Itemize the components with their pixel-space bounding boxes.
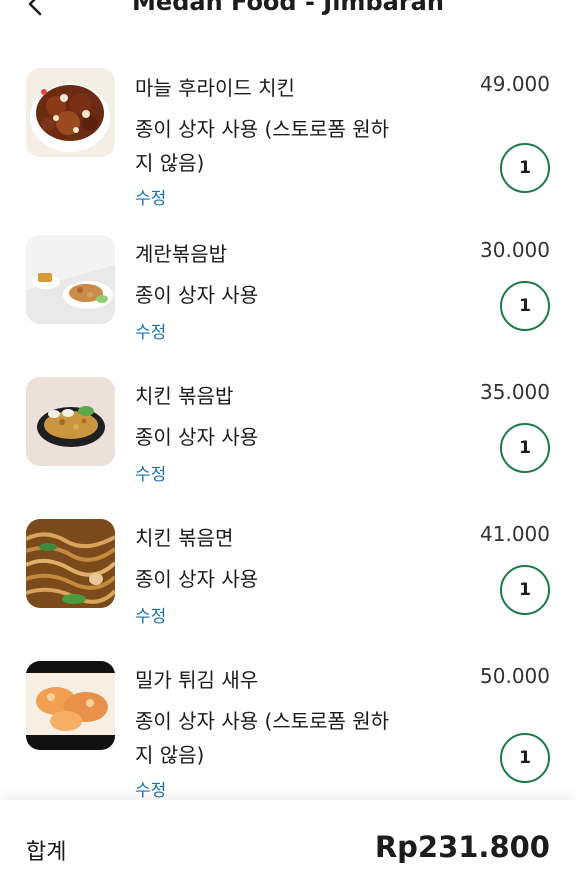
item-option: 종이 상자 사용: [135, 425, 259, 449]
order-total-bar: 합계 Rp231.800: [0, 800, 576, 876]
edit-link[interactable]: 수정: [135, 460, 166, 485]
item-price: 41.000: [480, 522, 550, 546]
item-option: 종이 상자 사용: [135, 283, 259, 307]
item-price: 30.000: [480, 238, 550, 262]
edit-link[interactable]: 수정: [135, 602, 166, 627]
item-price: 49.000: [480, 72, 550, 96]
item-option: 종이 상자 사용 (스토로폼 원하지 않음): [135, 117, 390, 175]
edit-link[interactable]: 수정: [135, 776, 166, 801]
edit-link[interactable]: 수정: [135, 184, 166, 209]
item-name: 마늘 후라이드 치킨: [135, 76, 295, 100]
item-name: 치킨 볶음밥: [135, 384, 234, 408]
quantity-button[interactable]: 1: [500, 423, 550, 473]
item-name: 밀가 튀김 새우: [135, 668, 259, 692]
page-title: Medan Food - Jimbaran: [132, 0, 444, 16]
item-price: 35.000: [480, 380, 550, 404]
item-thumbnail: [26, 377, 115, 466]
item-thumbnail: [26, 661, 115, 750]
edit-link[interactable]: 수정: [135, 318, 166, 343]
item-name: 계란볶음밥: [135, 242, 227, 266]
item-name: 치킨 볶음면: [135, 526, 234, 550]
quantity-button[interactable]: 1: [500, 565, 550, 615]
item-thumbnail: [26, 68, 115, 157]
item-option: 종이 상자 사용 (스토로폼 원하지 않음): [135, 709, 390, 767]
egg-fried-rice-image: [26, 235, 115, 324]
item-price: 50.000: [480, 664, 550, 688]
fried-shrimp-image: [26, 661, 115, 750]
chicken-fried-noodles-image: [26, 519, 115, 608]
item-thumbnail: [26, 519, 115, 608]
chicken-fried-rice-image: [26, 377, 115, 466]
quantity-button[interactable]: 1: [500, 733, 550, 783]
quantity-button[interactable]: 1: [500, 143, 550, 193]
fried-chicken-image: [26, 68, 115, 157]
total-label: 합계: [26, 840, 67, 865]
item-option: 종이 상자 사용: [135, 567, 259, 591]
quantity-button[interactable]: 1: [500, 281, 550, 331]
total-value: Rp231.800: [374, 830, 550, 864]
header: Medan Food - Jimbaran: [0, 0, 576, 20]
item-thumbnail: [26, 235, 115, 324]
